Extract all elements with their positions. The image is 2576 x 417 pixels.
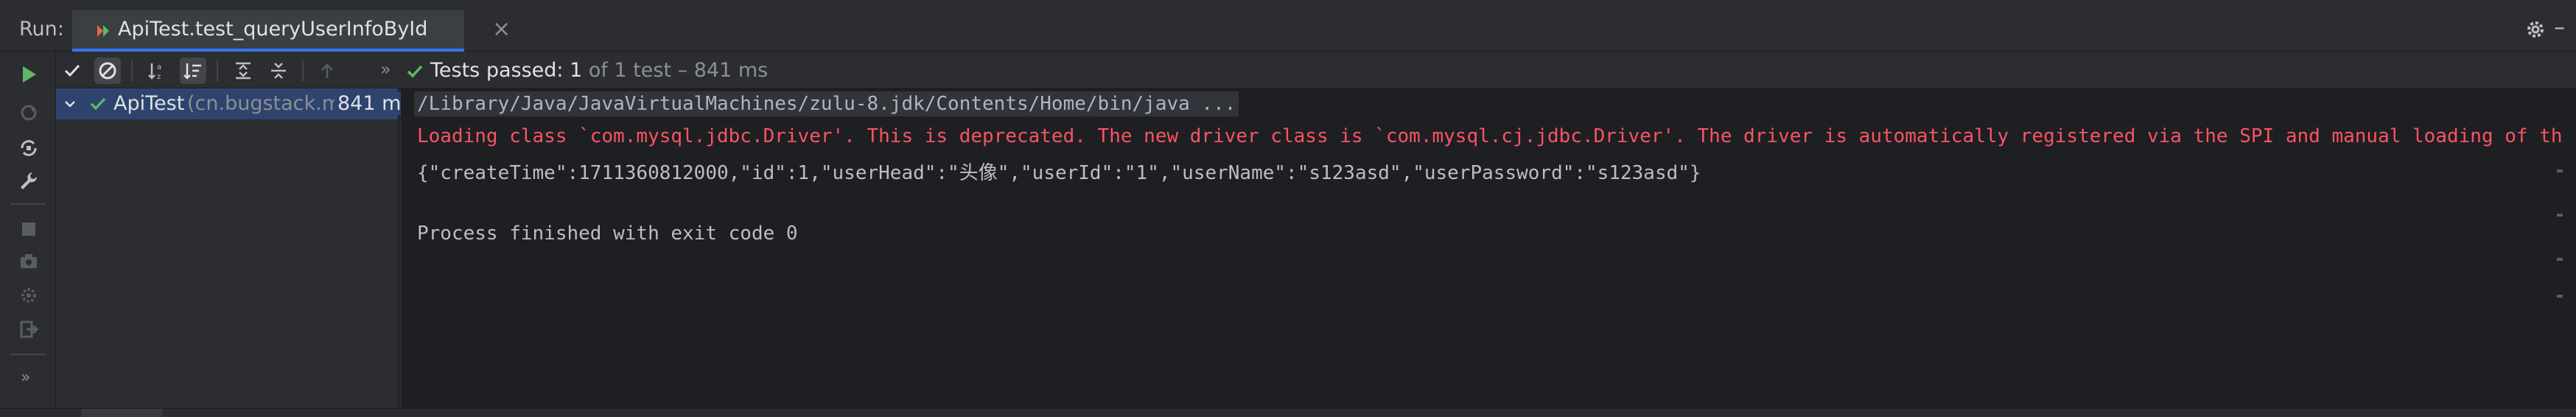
toolbar-divider [302, 60, 304, 81]
right-gutter-marks [2557, 169, 2563, 298]
bottom-strip [0, 408, 2576, 417]
show-passed-icon[interactable] [59, 57, 85, 84]
check-icon [90, 97, 106, 111]
sort-alphabetically-icon[interactable]: a z [144, 57, 171, 84]
more-actions-icon[interactable]: » [380, 59, 391, 80]
bottom-tab[interactable] [81, 409, 162, 417]
console-output-line: {"createTime":1711360812000,"id":1,"user… [417, 162, 1701, 184]
more-icon[interactable]: » [21, 368, 30, 387]
test-tree: ApiTest (cn.bugstack.m 841 ms [56, 88, 412, 408]
console-warning-line: Loading class `com.mysql.jdbc.Driver'. T… [417, 125, 2563, 147]
minimize-icon[interactable]: – [2554, 17, 2565, 39]
exit-icon[interactable] [18, 318, 40, 340]
status-count: 1 [570, 59, 583, 82]
toolbar-divider [10, 203, 46, 205]
tab-run-configuration[interactable]: ApiTest.test_queryUserInfoById × [72, 10, 511, 52]
test-toolbar: a z » Tests passed: 1 of 1 test – 841 ms [56, 52, 2576, 88]
tree-item-name: ApiTest [113, 92, 185, 115]
tree-item-package: (cn.bugstack.m [187, 92, 342, 115]
check-icon [407, 65, 423, 78]
tree-item-duration: 841 ms [335, 92, 412, 115]
top-strip [0, 0, 2576, 7]
status-prefix: Tests passed: [430, 59, 570, 82]
test-status: Tests passed: 1 of 1 test – 841 ms [430, 59, 768, 82]
chevron-down-icon[interactable] [62, 96, 78, 112]
expand-all-icon[interactable] [230, 57, 256, 84]
show-ignored-icon[interactable] [94, 57, 121, 84]
stop-icon[interactable] [18, 218, 40, 240]
gear-icon[interactable] [2524, 18, 2547, 41]
tree-item-apitest[interactable]: ApiTest (cn.bugstack.m 841 ms [56, 88, 412, 119]
svg-text:z: z [157, 73, 161, 81]
console-output[interactable]: /Library/Java/JavaVirtualMachines/zulu-8… [401, 88, 2576, 408]
run-tool-window-header: Run: ApiTest.test_queryUserInfoById × – [0, 7, 2576, 52]
close-icon[interactable]: × [492, 16, 511, 42]
camera-icon[interactable] [18, 250, 40, 273]
settings-icon[interactable] [18, 284, 40, 306]
sort-by-duration-icon[interactable] [180, 57, 206, 84]
console-exit-line: Process finished with exit code 0 [417, 222, 798, 245]
tab-title: ApiTest.test_queryUserInfoById [118, 18, 428, 41]
left-toolbar: » [0, 52, 56, 417]
toolbar-divider [131, 60, 133, 81]
console-command-line[interactable]: /Library/Java/JavaVirtualMachines/zulu-8… [414, 91, 1239, 116]
collapse-all-icon[interactable] [265, 57, 292, 84]
svg-text:a: a [157, 63, 161, 71]
rerun-failed-icon[interactable] [18, 102, 40, 124]
status-suffix: of 1 test – 841 ms [582, 59, 769, 82]
run-label: Run: [19, 18, 64, 41]
toolbar-divider [217, 60, 218, 81]
arrow-up-icon[interactable] [314, 57, 340, 84]
junit-icon [97, 25, 109, 37]
wrench-icon[interactable] [18, 169, 40, 192]
rerun-icon[interactable] [18, 63, 40, 85]
toggle-auto-test-icon[interactable] [18, 137, 40, 159]
toolbar-divider [10, 354, 46, 355]
